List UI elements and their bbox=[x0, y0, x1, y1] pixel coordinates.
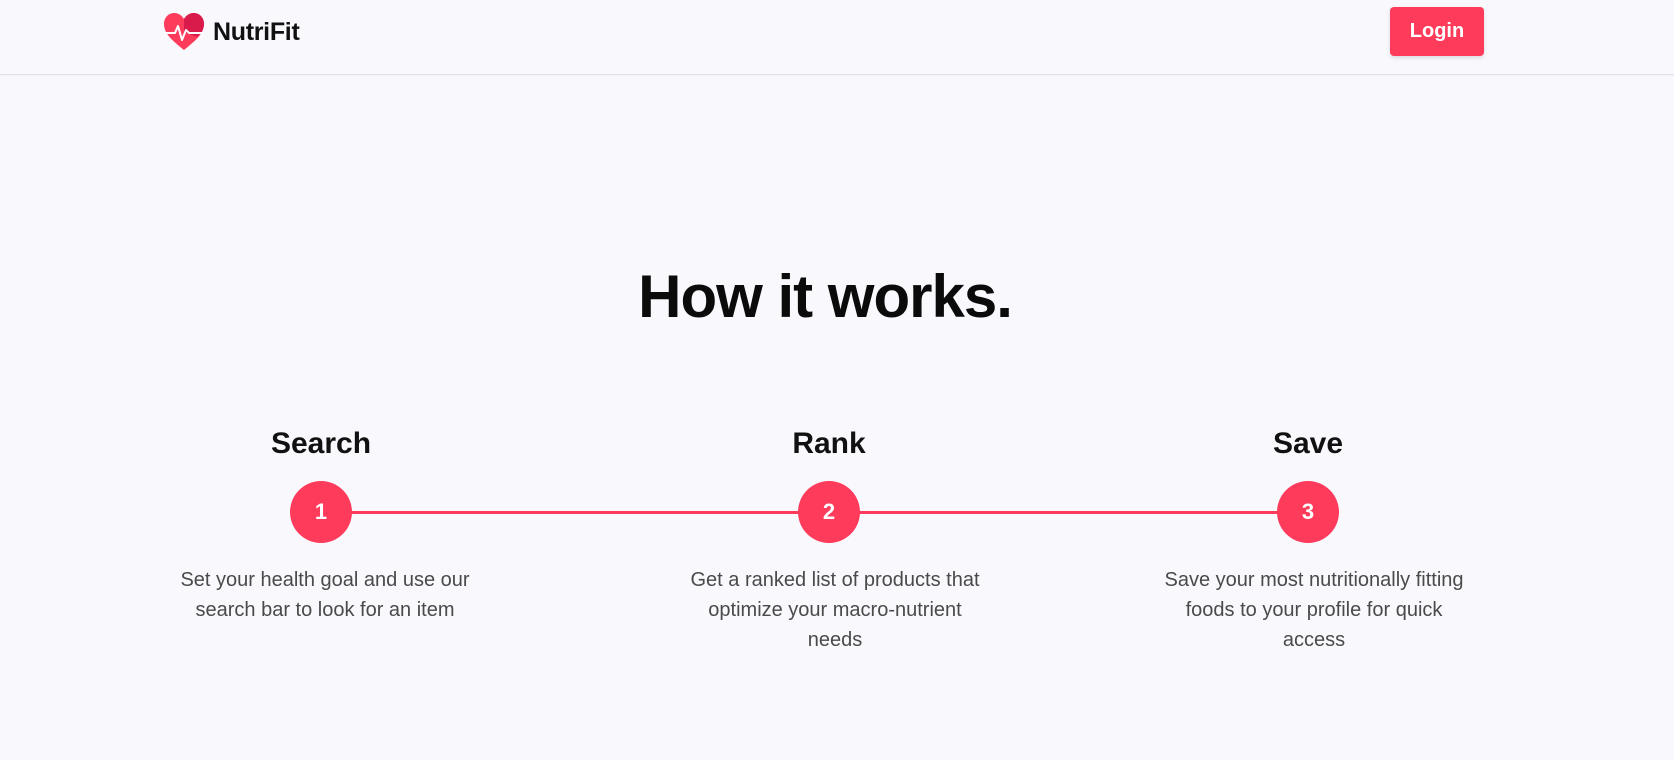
step-description-save: Save your most nutritionally fitting foo… bbox=[1164, 569, 1464, 651]
step-description-rank: Get a ranked list of products that optim… bbox=[690, 569, 980, 651]
heart-pulse-icon bbox=[164, 13, 204, 50]
step-title-save: Save bbox=[1272, 427, 1344, 460]
step-number-badge-2: 2 bbox=[798, 481, 860, 543]
brand-name: NutriFit bbox=[213, 17, 300, 46]
navbar: NutriFit Login bbox=[0, 0, 1674, 75]
brand-logo-link[interactable]: NutriFit bbox=[163, 12, 300, 52]
step-number-badge-3: 3 bbox=[1277, 481, 1339, 543]
step-title-search: Search bbox=[270, 427, 372, 460]
login-button[interactable]: Login bbox=[1390, 7, 1484, 56]
step-title-rank: Rank bbox=[792, 427, 866, 460]
section-title: How it works. bbox=[638, 263, 1013, 330]
step-description-search: Set your health goal and use our search … bbox=[180, 569, 470, 621]
step-number-badge-1: 1 bbox=[290, 481, 352, 543]
